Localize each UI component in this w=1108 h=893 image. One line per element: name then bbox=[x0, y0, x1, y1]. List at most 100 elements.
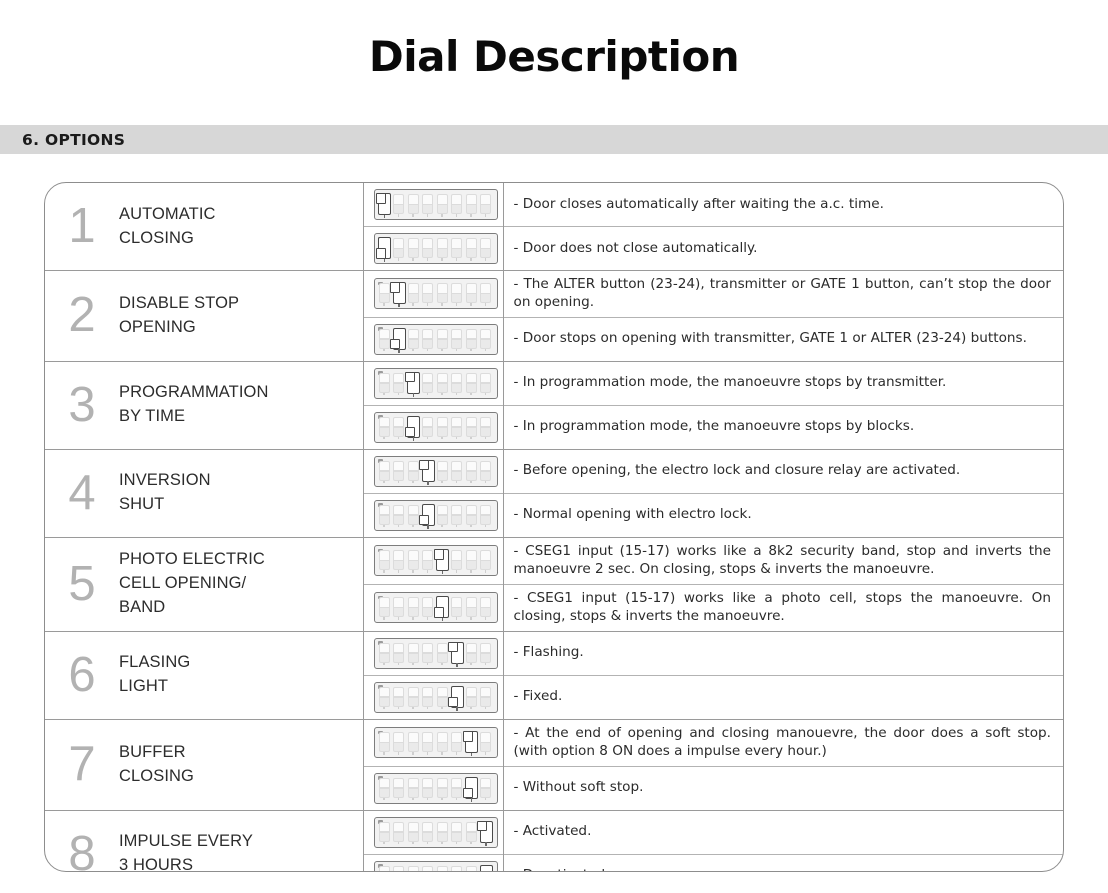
dip-slot-4[interactable] bbox=[421, 415, 435, 440]
dip-slot-1[interactable] bbox=[378, 549, 392, 573]
dip-slot-8[interactable] bbox=[479, 459, 493, 484]
dip-slot-8[interactable] bbox=[479, 237, 493, 261]
dip-slot-8[interactable] bbox=[479, 641, 493, 666]
dip-slot-4[interactable] bbox=[421, 776, 435, 800]
dip-slot-3[interactable] bbox=[404, 371, 421, 397]
dip-slot-8[interactable] bbox=[479, 282, 493, 306]
dip-slot-3[interactable] bbox=[407, 820, 421, 844]
dip-slot-8[interactable] bbox=[479, 503, 493, 528]
dip-slot-7[interactable] bbox=[465, 549, 479, 573]
dip-switch-on[interactable] bbox=[373, 816, 498, 848]
dip-slot-6[interactable] bbox=[450, 415, 464, 440]
dip-slot-4[interactable] bbox=[421, 282, 435, 306]
dip-slot-1[interactable] bbox=[378, 641, 392, 666]
dip-slot-8[interactable] bbox=[479, 776, 493, 800]
dip-switch-off[interactable] bbox=[373, 592, 498, 624]
dip-slot-2[interactable] bbox=[392, 685, 406, 710]
dip-slot-4[interactable] bbox=[421, 327, 435, 352]
dip-slot-6[interactable] bbox=[450, 282, 464, 306]
dip-slot-6[interactable] bbox=[450, 459, 464, 484]
dip-slot-2[interactable] bbox=[392, 641, 406, 666]
dip-lever-on[interactable] bbox=[375, 193, 386, 204]
dip-lever-on[interactable] bbox=[390, 282, 401, 293]
dip-slot-3[interactable] bbox=[404, 415, 421, 441]
dip-switch-off[interactable] bbox=[373, 323, 498, 355]
dip-slot-2[interactable] bbox=[392, 459, 406, 484]
dip-slot-3[interactable] bbox=[407, 237, 421, 261]
dip-slot-1[interactable] bbox=[378, 820, 392, 844]
dip-slot-1[interactable] bbox=[378, 459, 392, 484]
dip-slot-7[interactable] bbox=[465, 327, 479, 352]
dip-slot-2[interactable] bbox=[390, 327, 406, 353]
dip-slot-6[interactable] bbox=[450, 864, 464, 871]
dip-slot-2[interactable] bbox=[392, 549, 406, 573]
dip-slot-2[interactable] bbox=[392, 864, 406, 871]
dip-slot-3[interactable] bbox=[407, 549, 421, 573]
dip-slot-1[interactable] bbox=[378, 776, 392, 800]
dip-lever-off[interactable] bbox=[462, 787, 473, 798]
dip-slot-7[interactable] bbox=[465, 596, 479, 620]
dip-slot-5[interactable] bbox=[436, 864, 450, 871]
dip-slot-8[interactable] bbox=[479, 685, 493, 710]
dip-slot-7[interactable] bbox=[465, 864, 479, 871]
dip-switch-on[interactable] bbox=[373, 637, 498, 669]
dip-slot-1[interactable] bbox=[375, 193, 392, 218]
dip-slot-7[interactable] bbox=[465, 459, 479, 484]
dip-slot-5[interactable] bbox=[436, 459, 450, 484]
dip-slot-6[interactable] bbox=[450, 193, 464, 217]
dip-lever-off[interactable] bbox=[419, 514, 430, 526]
dip-lever-on[interactable] bbox=[462, 731, 473, 742]
dip-slot-1[interactable] bbox=[378, 503, 392, 528]
dip-slot-3[interactable] bbox=[407, 327, 421, 352]
dip-slot-8[interactable] bbox=[477, 820, 493, 846]
dip-slot-8[interactable] bbox=[479, 864, 493, 871]
dip-slot-2[interactable] bbox=[392, 503, 406, 528]
dip-lever-on[interactable] bbox=[448, 641, 459, 653]
dip-slot-6[interactable] bbox=[450, 503, 464, 528]
dip-slot-6[interactable] bbox=[450, 371, 464, 396]
dip-switch-off[interactable] bbox=[373, 499, 498, 531]
dip-slot-3[interactable] bbox=[407, 776, 421, 800]
dip-slot-1[interactable] bbox=[378, 415, 392, 440]
dip-slot-5[interactable] bbox=[436, 731, 450, 755]
dip-switch-on[interactable] bbox=[373, 367, 498, 399]
dip-switch-on[interactable] bbox=[373, 545, 498, 577]
dip-slot-5[interactable] bbox=[436, 415, 450, 440]
dip-switch-off[interactable] bbox=[373, 772, 498, 804]
dip-lever-off[interactable] bbox=[448, 696, 459, 708]
dip-slot-8[interactable] bbox=[479, 371, 493, 396]
dip-slot-4[interactable] bbox=[421, 731, 435, 755]
dip-slot-5[interactable] bbox=[436, 327, 450, 352]
dip-slot-6[interactable] bbox=[448, 641, 464, 667]
dip-lever-off[interactable] bbox=[390, 338, 401, 350]
dip-slot-6[interactable] bbox=[450, 237, 464, 261]
dip-slot-7[interactable] bbox=[462, 776, 479, 802]
dip-slot-5[interactable] bbox=[433, 549, 450, 575]
dip-slot-5[interactable] bbox=[436, 820, 450, 844]
dip-slot-2[interactable] bbox=[392, 731, 406, 755]
dip-lever-off[interactable] bbox=[375, 248, 386, 259]
dip-slot-4[interactable] bbox=[421, 371, 435, 396]
dip-slot-5[interactable] bbox=[436, 776, 450, 800]
dip-slot-3[interactable] bbox=[407, 193, 421, 217]
dip-slot-7[interactable] bbox=[462, 731, 479, 757]
dip-slot-2[interactable] bbox=[392, 776, 406, 800]
dip-slot-4[interactable] bbox=[421, 193, 435, 217]
dip-slot-8[interactable] bbox=[479, 596, 493, 620]
dip-lever-off[interactable] bbox=[433, 607, 444, 618]
dip-slot-1[interactable] bbox=[378, 731, 392, 755]
dip-slot-1[interactable] bbox=[378, 864, 392, 871]
dip-slot-4[interactable] bbox=[421, 864, 435, 871]
dip-switch-off[interactable] bbox=[373, 681, 498, 713]
dip-slot-7[interactable] bbox=[465, 237, 479, 261]
dip-lever-on[interactable] bbox=[404, 371, 415, 383]
dip-slot-4[interactable] bbox=[419, 459, 435, 485]
dip-slot-5[interactable] bbox=[433, 596, 450, 622]
dip-slot-5[interactable] bbox=[436, 503, 450, 528]
dip-slot-7[interactable] bbox=[465, 641, 479, 666]
dip-slot-4[interactable] bbox=[421, 685, 435, 710]
dip-lever-on[interactable] bbox=[433, 549, 444, 560]
dip-slot-5[interactable] bbox=[436, 237, 450, 261]
dip-slot-1[interactable] bbox=[378, 371, 392, 396]
dip-slot-8[interactable] bbox=[479, 415, 493, 440]
